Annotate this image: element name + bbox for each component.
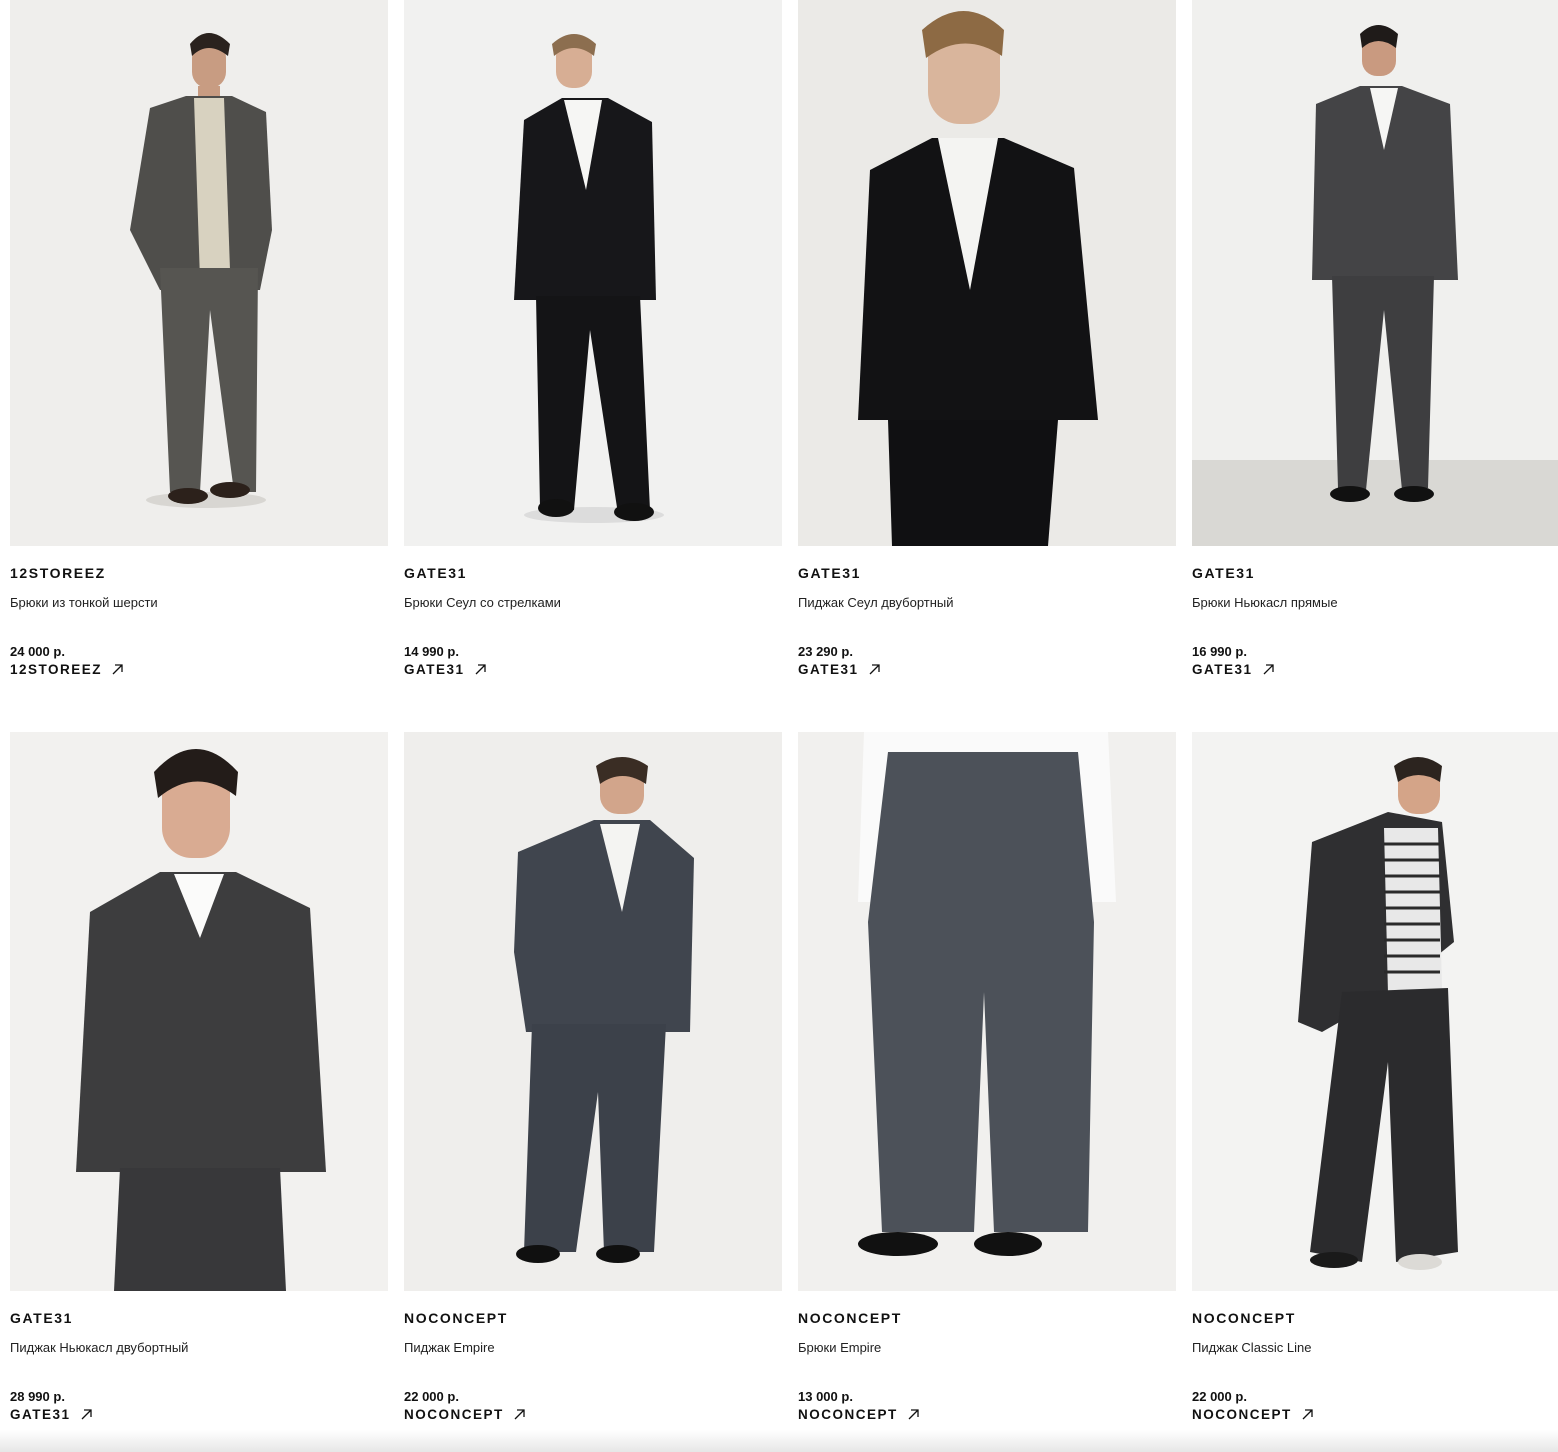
product-image[interactable]	[10, 0, 388, 546]
product-price: 22 000 р.	[404, 1389, 459, 1404]
product-image[interactable]	[404, 0, 782, 546]
product-image[interactable]	[1192, 0, 1558, 546]
arrow-up-right-icon	[112, 664, 123, 675]
product-image[interactable]	[1192, 732, 1558, 1291]
product-card[interactable]: NOCONCEPT Брюки Empire 13 000 р. NOCONCE…	[798, 732, 1176, 1424]
product-card[interactable]: GATE31 Брюки Ньюкасл прямые 16 990 р. GA…	[1192, 0, 1558, 679]
product-price: 23 290 р.	[798, 644, 853, 659]
product-brand: GATE31	[10, 1310, 74, 1326]
shop-link[interactable]: 12STOREEZ	[10, 661, 124, 678]
shop-link-label: GATE31	[404, 662, 465, 677]
product-image[interactable]	[798, 0, 1176, 546]
scroll-fade	[0, 1430, 1558, 1452]
product-card[interactable]: 12STOREEZ Брюки из тонкой шерсти 24 000 …	[10, 0, 388, 679]
product-brand: GATE31	[1192, 565, 1256, 581]
product-image[interactable]	[10, 732, 388, 1291]
product-card[interactable]: GATE31 Брюки Сеул со стрелками 14 990 р.…	[404, 0, 782, 679]
arrow-up-right-icon	[908, 1409, 919, 1420]
shop-link[interactable]: GATE31	[798, 661, 881, 678]
product-price: 14 990 р.	[404, 644, 459, 659]
arrow-up-right-icon	[869, 664, 880, 675]
product-title[interactable]: Брюки Empire	[798, 1340, 1176, 1356]
arrow-up-right-icon	[1263, 664, 1274, 675]
product-price: 13 000 р.	[798, 1389, 853, 1404]
product-brand: NOCONCEPT	[1192, 1310, 1296, 1326]
product-price: 16 990 р.	[1192, 644, 1247, 659]
shop-link[interactable]: NOCONCEPT	[404, 1406, 526, 1423]
product-title[interactable]: Брюки Ньюкасл прямые	[1192, 595, 1558, 611]
product-price: 22 000 р.	[1192, 1389, 1247, 1404]
product-card[interactable]: NOCONCEPT Пиджак Empire 22 000 р. NOCONC…	[404, 732, 782, 1424]
product-title[interactable]: Брюки Сеул со стрелками	[404, 595, 782, 611]
product-brand: GATE31	[404, 565, 468, 581]
arrow-up-right-icon	[475, 664, 486, 675]
shop-link[interactable]: NOCONCEPT	[798, 1406, 920, 1423]
product-price: 24 000 р.	[10, 644, 65, 659]
shop-link-label: NOCONCEPT	[1192, 1407, 1292, 1422]
product-card[interactable]: GATE31 Пиджак Ньюкасл двубортный 28 990 …	[10, 732, 388, 1424]
arrow-up-right-icon	[514, 1409, 525, 1420]
shop-link-label: NOCONCEPT	[798, 1407, 898, 1422]
shop-link-label: GATE31	[10, 1407, 71, 1422]
product-title[interactable]: Пиджак Empire	[404, 1340, 782, 1356]
shop-link-label: GATE31	[798, 662, 859, 677]
product-card[interactable]: NOCONCEPT Пиджак Classic Line 22 000 р. …	[1192, 732, 1558, 1424]
product-title[interactable]: Брюки из тонкой шерсти	[10, 595, 388, 611]
shop-link-label: GATE31	[1192, 662, 1253, 677]
product-brand: 12STOREEZ	[10, 565, 106, 581]
arrow-up-right-icon	[1302, 1409, 1313, 1420]
product-image[interactable]	[798, 732, 1176, 1291]
shop-link-label: NOCONCEPT	[404, 1407, 504, 1422]
product-title[interactable]: Пиджак Сеул двубортный	[798, 595, 1176, 611]
product-title[interactable]: Пиджак Classic Line	[1192, 1340, 1558, 1356]
shop-link[interactable]: GATE31	[404, 661, 487, 678]
shop-link[interactable]: GATE31	[10, 1406, 93, 1423]
shop-link[interactable]: NOCONCEPT	[1192, 1406, 1314, 1423]
product-title[interactable]: Пиджак Ньюкасл двубортный	[10, 1340, 388, 1356]
arrow-up-right-icon	[81, 1409, 92, 1420]
product-card[interactable]: GATE31 Пиджак Сеул двубортный 23 290 р. …	[798, 0, 1176, 679]
shop-link[interactable]: GATE31	[1192, 661, 1275, 678]
product-brand: NOCONCEPT	[798, 1310, 902, 1326]
product-image[interactable]	[404, 732, 782, 1291]
product-brand: NOCONCEPT	[404, 1310, 508, 1326]
product-price: 28 990 р.	[10, 1389, 65, 1404]
product-brand: GATE31	[798, 565, 862, 581]
shop-link-label: 12STOREEZ	[10, 662, 103, 677]
